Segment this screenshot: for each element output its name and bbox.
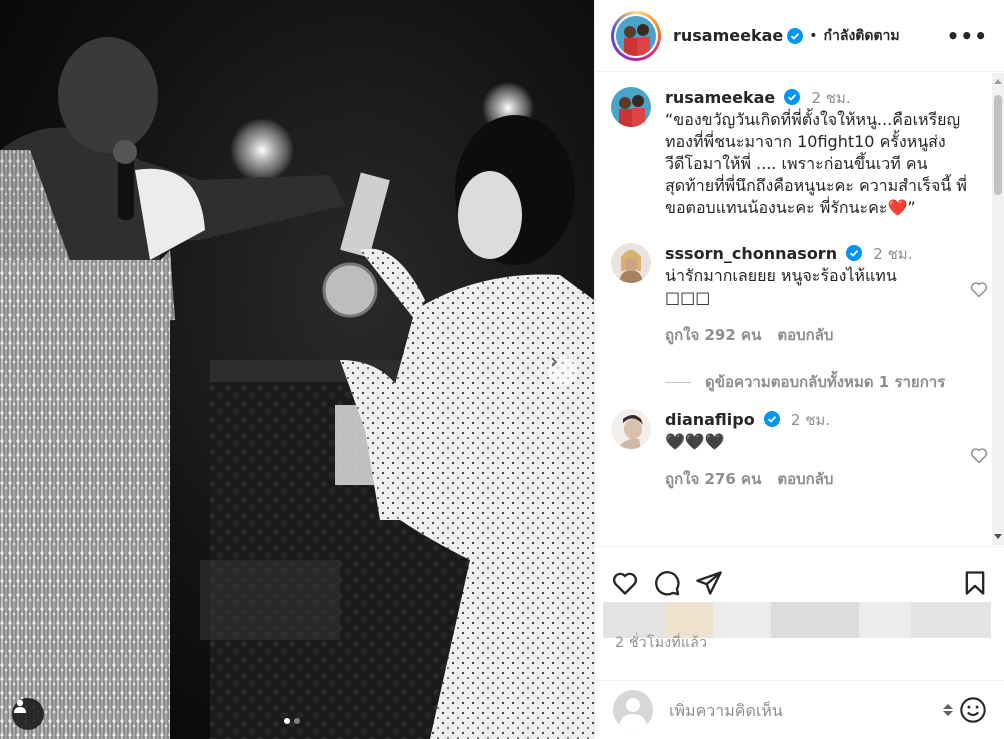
bookmark-icon	[965, 570, 985, 595]
caption-time[interactable]: 2 ชม.	[811, 89, 850, 107]
share-button[interactable]	[695, 569, 723, 597]
carousel-dot	[294, 718, 300, 724]
comment-icon	[655, 570, 680, 596]
verified-badge-icon	[787, 27, 804, 44]
post-photo[interactable]	[0, 0, 594, 739]
comment-text: น่ารักมากเลยยย หนูจะร้องไห้แทน □□□	[665, 266, 897, 307]
post-side-panel: rusameekae • กำลังติดตาม ••• rusameekae …	[594, 0, 1004, 739]
header-separator: •	[809, 27, 818, 44]
stepper-up-icon[interactable]	[943, 704, 953, 709]
user-icon	[14, 699, 26, 713]
tagged-users-button[interactable]	[12, 698, 44, 730]
commenter-avatar[interactable]	[611, 409, 651, 449]
comment-likes-count[interactable]: ถูกใจ 276 คน	[665, 467, 761, 491]
smiley-icon	[960, 697, 986, 723]
comment-input[interactable]	[669, 700, 919, 720]
heart-outline-icon[interactable]	[969, 445, 989, 465]
post-actions-bar	[595, 546, 1004, 600]
heart-outline-icon	[612, 572, 638, 595]
comments-scrollbar[interactable]	[992, 73, 1004, 545]
save-button[interactable]	[961, 569, 989, 597]
comments-list[interactable]: rusameekae 2 ชม. “ของขวัญวันเกิดที่พี่ตั…	[595, 73, 989, 545]
heart-outline-icon[interactable]	[969, 279, 989, 299]
caption-text: “ของขวัญวันเกิดที่พี่ตั้งใจให้หนู...คือเ…	[665, 110, 967, 217]
post-timestamp[interactable]: 2 ชั่วโมงที่แล้ว	[615, 632, 707, 654]
carousel-dot-active	[284, 718, 290, 724]
comment-time[interactable]: 2 ชม.	[873, 245, 912, 263]
stepper-down-icon[interactable]	[943, 711, 953, 716]
comment-button[interactable]	[653, 569, 681, 597]
add-comment-bar	[595, 680, 1004, 739]
replies-divider	[665, 382, 691, 383]
story-ring-avatar[interactable]	[611, 10, 661, 61]
scroll-down-arrow-icon[interactable]	[994, 534, 1002, 539]
comment-time[interactable]: 2 ชม.	[791, 411, 830, 429]
comment-item: sssorn_chonnasorn 2 ชม. น่ารักมากเลยยย ห…	[611, 243, 989, 347]
verified-badge-icon	[763, 411, 780, 427]
carousel-indicator	[284, 718, 300, 724]
like-button[interactable]	[611, 569, 639, 597]
avatar	[616, 15, 656, 56]
header-username[interactable]: rusameekae	[673, 26, 783, 45]
chevron-right-icon	[551, 357, 558, 367]
comment-username[interactable]: sssorn_chonnasorn	[665, 244, 837, 263]
verified-badge-icon	[784, 89, 801, 105]
photo-illustration	[0, 37, 594, 739]
comment-username[interactable]: dianaflipo	[665, 410, 755, 429]
emoji-button[interactable]	[959, 696, 987, 724]
view-replies-button[interactable]: ดูข้อความตอบกลับทั้งหมด 1 รายการ	[665, 371, 989, 393]
following-button[interactable]: กำลังติดตาม	[824, 25, 900, 47]
more-options-button[interactable]: •••	[947, 24, 988, 48]
view-replies-label: ดูข้อความตอบกลับทั้งหมด 1 รายการ	[705, 373, 946, 391]
paper-plane-icon	[696, 570, 722, 595]
post-header: rusameekae • กำลังติดตาม •••	[595, 0, 1004, 72]
comment-item: dianaflipo 2 ชม. 🖤🖤🖤 ถูกใจ 276 คน ตอบกลั…	[611, 409, 989, 491]
reply-button[interactable]: ตอบกลับ	[777, 467, 833, 491]
carousel-next-button[interactable]	[548, 356, 578, 386]
emoji-boxes: □□□	[665, 288, 711, 307]
comment-likes-count[interactable]: ถูกใจ 292 คน	[665, 323, 761, 347]
caption-avatar[interactable]	[611, 87, 651, 127]
comment-text: 🖤🖤🖤	[665, 432, 725, 451]
caption-username[interactable]: rusameekae	[665, 88, 775, 107]
commenter-avatar[interactable]	[611, 243, 651, 283]
input-stepper[interactable]	[943, 704, 953, 716]
caption: rusameekae 2 ชม. “ของขวัญวันเกิดที่พี่ตั…	[611, 87, 989, 219]
verified-badge-icon	[846, 245, 863, 261]
reply-button[interactable]: ตอบกลับ	[777, 323, 833, 347]
scroll-thumb[interactable]	[994, 95, 1002, 195]
red-heart-emoji: ❤️	[887, 198, 908, 217]
current-user-avatar	[613, 690, 653, 730]
scroll-up-arrow-icon[interactable]	[994, 79, 1002, 84]
